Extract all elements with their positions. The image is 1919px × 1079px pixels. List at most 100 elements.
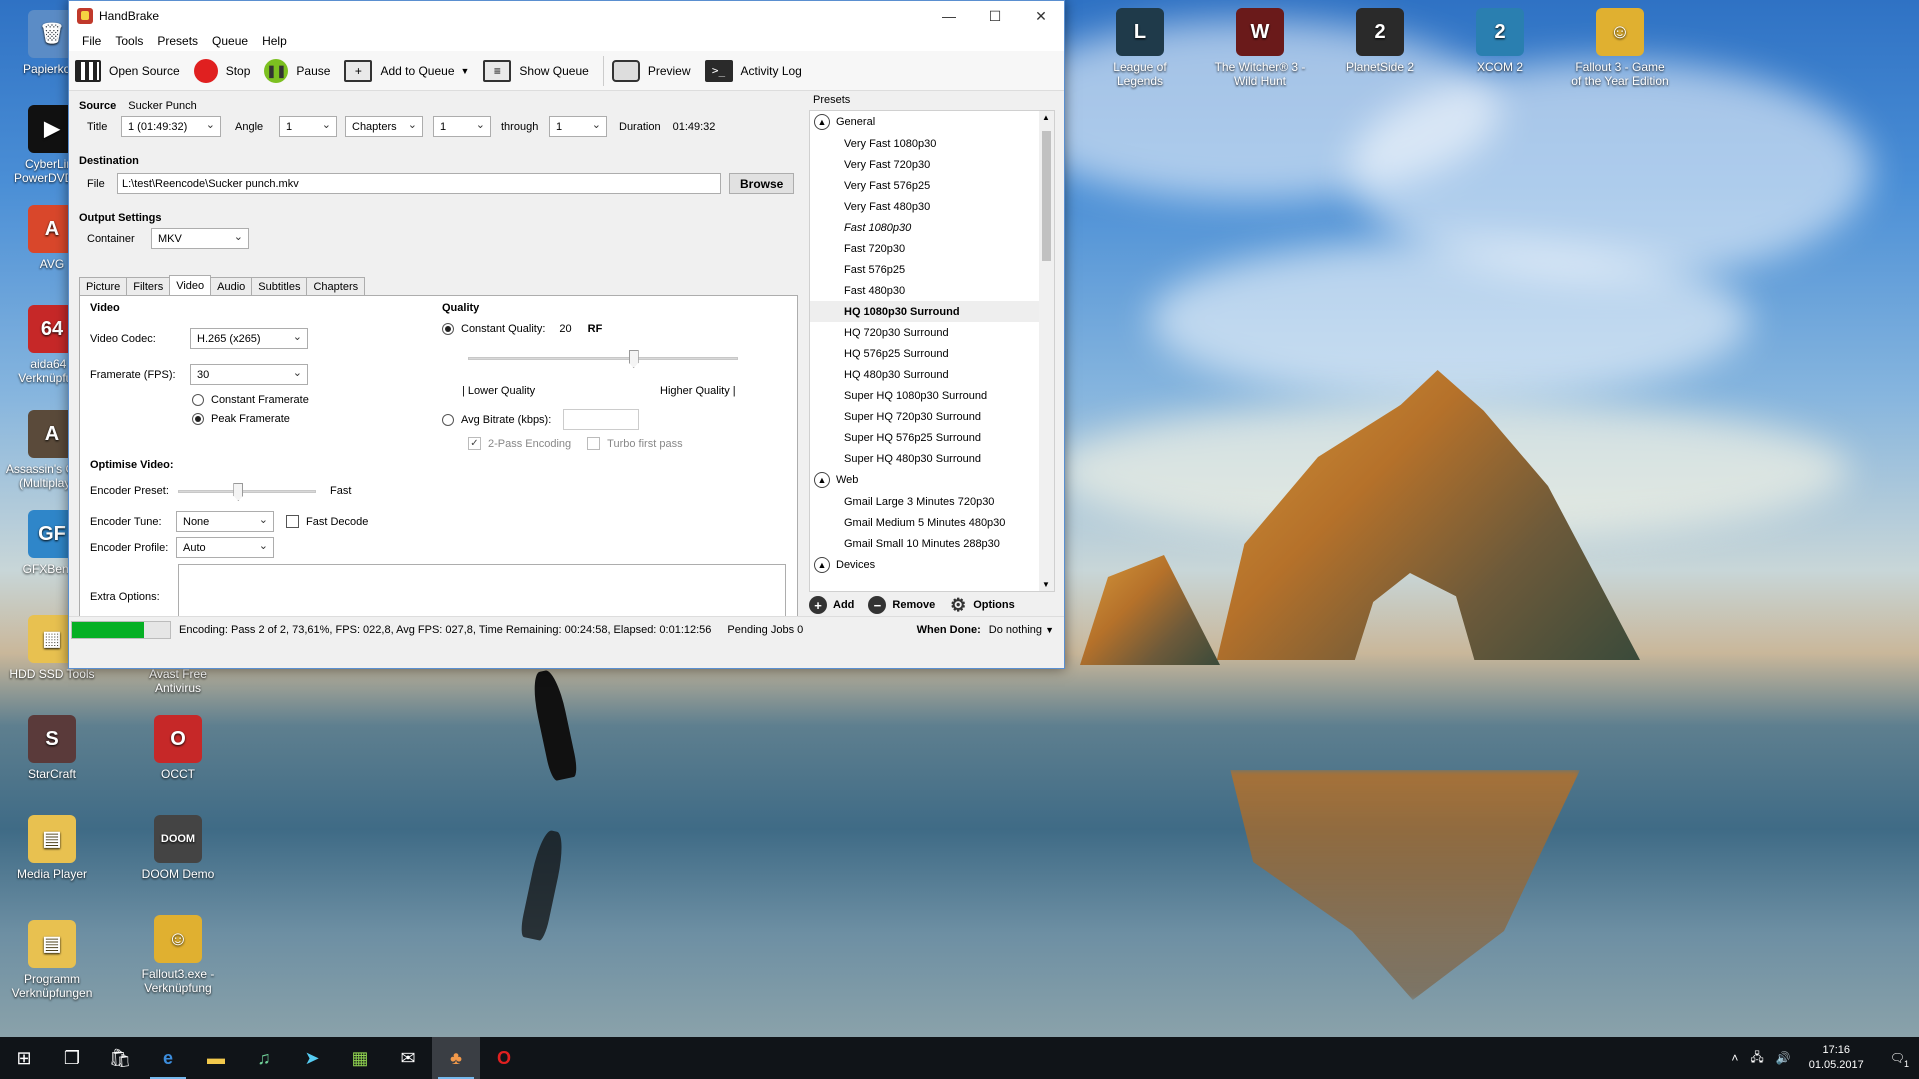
tab-chapters[interactable]: Chapters	[306, 277, 366, 295]
encoder-preset-slider[interactable]	[178, 483, 316, 501]
range-end-combo[interactable]: 1	[549, 116, 607, 137]
app-taskbar-button[interactable]: ➤	[288, 1037, 336, 1079]
destination-file-input[interactable]: L:\test\Reencode\Sucker punch.mkv	[117, 173, 721, 194]
desktop-icon[interactable]: ▤ Programm Verknüpfungen	[2, 920, 102, 1000]
preset-item[interactable]: Very Fast 1080p30	[810, 133, 1054, 154]
add-preset-button[interactable]: + Add	[809, 596, 854, 614]
media-taskbar-button[interactable]: ♫	[240, 1037, 288, 1079]
menu-file[interactable]: File	[75, 34, 108, 48]
collapse-chevron-icon[interactable]: ▲	[814, 114, 830, 130]
preset-item[interactable]: HQ 480p30 Surround	[810, 364, 1054, 385]
constant-framerate-radio[interactable]	[192, 394, 204, 406]
encoder-profile-combo[interactable]: Auto	[176, 537, 274, 558]
preset-item[interactable]: Gmail Small 10 Minutes 288p30	[810, 533, 1054, 554]
calculator-taskbar-button[interactable]: ▦	[336, 1037, 384, 1079]
preset-item[interactable]: Very Fast 576p25	[810, 175, 1054, 196]
title-combo[interactable]: 1 (01:49:32)	[121, 116, 221, 137]
fast-decode-checkbox[interactable]	[286, 515, 299, 528]
constant-quality-radio[interactable]	[442, 323, 454, 335]
desktop-icon[interactable]: S StarCraft	[2, 715, 102, 781]
preset-options-button[interactable]: ⚙ Options	[949, 595, 1015, 615]
collapse-chevron-icon[interactable]: ▲	[814, 557, 830, 573]
range-type-combo[interactable]: Chapters	[345, 116, 423, 137]
preset-group-web[interactable]: ▲ Web	[810, 469, 1054, 491]
preset-item[interactable]: HQ 1080p30 Surround	[810, 301, 1054, 322]
close-button[interactable]: ✕	[1018, 1, 1064, 31]
volume-icon[interactable]: 🔊	[1770, 1051, 1797, 1065]
open-source-button[interactable]: Open Source	[75, 59, 180, 82]
scroll-down-arrow-icon[interactable]: ▼	[1042, 580, 1050, 589]
tray-chevron-up-icon[interactable]: ˄	[1725, 1051, 1744, 1065]
framerate-combo[interactable]: 30	[190, 364, 308, 385]
preset-item[interactable]: Super HQ 480p30 Surround	[810, 448, 1054, 469]
desktop-icon[interactable]: O OCCT	[128, 715, 228, 781]
stop-button[interactable]: Stop	[193, 58, 250, 83]
turbo-first-pass-checkbox[interactable]	[587, 437, 601, 450]
show-queue-button[interactable]: ≡ Show Queue	[483, 59, 589, 82]
explorer-taskbar-button[interactable]: ▬	[192, 1037, 240, 1079]
desktop-icon[interactable]: W The Witcher® 3 - Wild Hunt	[1210, 8, 1310, 88]
encoder-tune-combo[interactable]: None	[176, 511, 274, 532]
tab-picture[interactable]: Picture	[79, 277, 128, 295]
presets-scrollbar-thumb[interactable]	[1042, 131, 1051, 261]
tab-audio[interactable]: Audio	[210, 277, 253, 295]
collapse-chevron-icon[interactable]: ▲	[814, 472, 830, 488]
preset-item[interactable]: Fast 1080p30	[810, 217, 1054, 238]
activity-log-button[interactable]: >_ Activity Log	[704, 59, 802, 82]
desktop-icon[interactable]: 2 XCOM 2	[1450, 8, 1550, 74]
desktop-icon[interactable]: ☺ Fallout 3 - Game of the Year Edition	[1570, 8, 1670, 88]
avg-bitrate-input[interactable]	[563, 409, 640, 430]
desktop-icon[interactable]: 2 PlanetSide 2	[1330, 8, 1430, 74]
scroll-up-arrow-icon[interactable]: ▲	[1042, 113, 1050, 122]
add-to-queue-button[interactable]: + Add to Queue ▼	[344, 59, 470, 82]
preset-item[interactable]: HQ 720p30 Surround	[810, 322, 1054, 343]
quality-slider-thumb[interactable]	[628, 350, 639, 368]
preset-item[interactable]: Fast 576p25	[810, 259, 1054, 280]
encoder-preset-slider-thumb[interactable]	[233, 483, 244, 501]
preview-button[interactable]: Preview	[611, 59, 691, 82]
desktop-icon[interactable]: ☺ Fallout3.exe - Verknüpfung	[128, 915, 228, 995]
quality-slider[interactable]	[468, 350, 738, 368]
title-bar[interactable]: HandBrake — ☐ ✕	[69, 1, 1064, 31]
handbrake-taskbar-button[interactable]: ♣	[432, 1037, 480, 1079]
add-to-queue-dropdown-icon[interactable]: ▼	[461, 66, 470, 76]
preset-item[interactable]: Gmail Medium 5 Minutes 480p30	[810, 512, 1054, 533]
maximize-button[interactable]: ☐	[972, 1, 1018, 31]
minimize-button[interactable]: —	[926, 1, 972, 31]
browse-button[interactable]: Browse	[729, 173, 795, 194]
preset-item[interactable]: Gmail Large 3 Minutes 720p30	[810, 491, 1054, 512]
angle-combo[interactable]: 1	[279, 116, 337, 137]
tab-filters[interactable]: Filters	[126, 277, 171, 295]
tab-subtitles[interactable]: Subtitles	[251, 277, 308, 295]
task-view-button[interactable]: ❐	[48, 1037, 96, 1079]
network-icon[interactable]: 🖧	[1744, 1048, 1769, 1069]
remove-preset-button[interactable]: − Remove	[868, 596, 935, 614]
range-start-combo[interactable]: 1	[433, 116, 491, 137]
video-codec-combo[interactable]: H.265 (x265)	[190, 328, 308, 349]
menu-queue[interactable]: Queue	[205, 34, 255, 48]
desktop-icon[interactable]: ▤ Media Player	[2, 815, 102, 881]
preset-item[interactable]: HQ 576p25 Surround	[810, 343, 1054, 364]
when-done-dropdown[interactable]: Do nothing ▼	[989, 624, 1054, 636]
preset-item[interactable]: Fast 720p30	[810, 238, 1054, 259]
menu-tools[interactable]: Tools	[108, 34, 150, 48]
tab-video[interactable]: Video	[169, 275, 212, 295]
menu-presets[interactable]: Presets	[150, 34, 205, 48]
edge-taskbar-button[interactable]: e	[144, 1037, 192, 1079]
preset-item[interactable]: Super HQ 576p25 Surround	[810, 427, 1054, 448]
avg-bitrate-radio[interactable]	[442, 413, 454, 426]
start-button[interactable]: ⊞	[0, 1037, 48, 1079]
two-pass-checkbox[interactable]: ✓	[468, 437, 481, 450]
store-taskbar-button[interactable]: 🛍	[96, 1037, 144, 1079]
preset-item[interactable]: Super HQ 1080p30 Surround	[810, 385, 1054, 406]
preset-item[interactable]: Fast 480p30	[810, 280, 1054, 301]
preset-item[interactable]: Very Fast 480p30	[810, 196, 1054, 217]
mail-taskbar-button[interactable]: ✉	[384, 1037, 432, 1079]
notification-center-button[interactable]: 🗨 1	[1876, 1051, 1919, 1069]
desktop-icon[interactable]: L League of Legends	[1090, 8, 1190, 88]
pause-button[interactable]: ❚❚ Pause	[264, 58, 330, 83]
presets-scrollbar[interactable]: ▲ ▼	[1039, 111, 1054, 591]
container-combo[interactable]: MKV	[151, 228, 249, 249]
preset-group-general[interactable]: ▲ General	[810, 111, 1054, 133]
preset-group-devices[interactable]: ▲ Devices	[810, 554, 1054, 576]
